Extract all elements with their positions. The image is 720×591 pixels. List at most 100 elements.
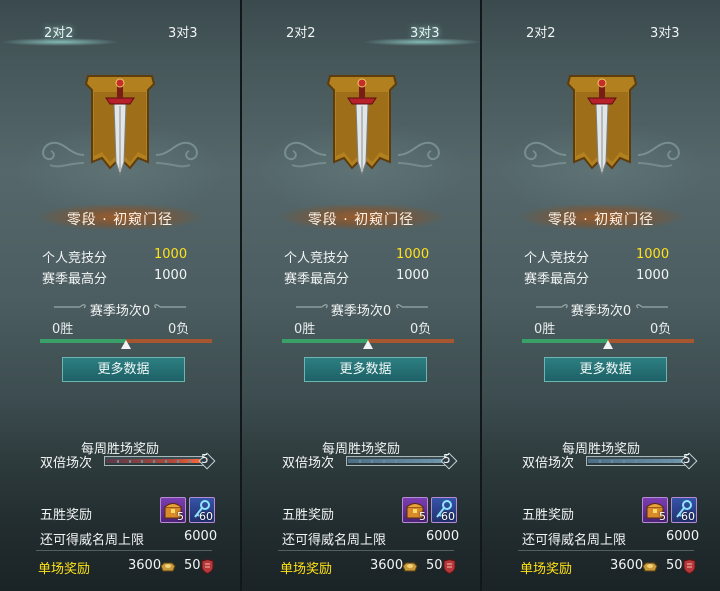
more-data-button[interactable]: 更多数据 — [62, 357, 185, 382]
win-ratio-marker-icon — [603, 340, 613, 349]
win-bar-fill — [522, 339, 608, 343]
reward-item-key[interactable]: 60 — [671, 497, 697, 523]
double-matches-label: 双倍场次 — [282, 456, 335, 471]
double-bar-segment — [623, 460, 625, 463]
double-bar-segment — [189, 460, 191, 463]
tab-3v3[interactable]: 3对3 — [410, 22, 440, 41]
arena-panels: 2对2 3对3 零段 · 初窥门径 个人竞技分 1000 赛季最高分 1000 — [0, 0, 720, 591]
personal-score-label: 个人竞技分 — [42, 251, 108, 266]
season-high-value: 1000 — [636, 268, 670, 283]
double-bar-segment — [611, 460, 613, 463]
single-gold-value: 3600 — [128, 558, 162, 573]
divider-ornament-right-icon — [396, 304, 428, 309]
rank-name: 零段 · 初窥门径 — [66, 212, 174, 228]
fame-cap-value: 6000 — [666, 529, 700, 544]
double-bar-segment — [635, 460, 637, 463]
five-win-reward-label: 五胜奖励 — [40, 508, 93, 523]
double-bar-segment — [419, 460, 421, 463]
gold-ingot-icon — [160, 562, 176, 572]
single-gold-value: 3600 — [370, 558, 404, 573]
single-fame-value: 50 — [184, 558, 201, 573]
season-high-label: 赛季最高分 — [42, 272, 108, 287]
arena-panel: 2对2 3对3 零段 · 初窥门径 个人竞技分 1000 赛季最高分 1000 — [0, 0, 240, 591]
double-bar-segment — [599, 460, 601, 463]
divider-line — [36, 550, 212, 551]
tab-2v2[interactable]: 2对2 — [526, 22, 556, 41]
single-fame-value: 50 — [426, 558, 443, 573]
divider-ornament-right-icon — [636, 304, 668, 309]
double-bar-segment — [165, 460, 167, 463]
double-bar-segment — [671, 460, 673, 463]
double-bar-segment — [129, 460, 131, 463]
double-matches-label: 双倍场次 — [522, 456, 575, 471]
wins-count: 0胜 — [534, 322, 556, 337]
season-high-value: 1000 — [396, 268, 430, 283]
more-data-button[interactable]: 更多数据 — [544, 357, 667, 382]
double-bar-segment — [431, 460, 433, 463]
double-bar-segment — [141, 460, 143, 463]
season-matches: 赛季场次0 — [570, 304, 632, 319]
fame-cap-label: 还可得威名周上限 — [40, 533, 145, 548]
season-high-label: 赛季最高分 — [524, 272, 590, 287]
fame-cap-label: 还可得威名周上限 — [282, 533, 387, 548]
divider-line — [518, 550, 694, 551]
reward-item-chest[interactable]: 5 — [402, 497, 428, 523]
reward-item-chest[interactable]: 5 — [642, 497, 668, 523]
single-match-reward-label: 单场奖励 — [520, 562, 573, 577]
double-matches-bar — [346, 456, 446, 466]
divider-line — [278, 550, 454, 551]
cloud-swirl-left-icon — [284, 141, 327, 168]
win-bar-fill — [40, 339, 126, 343]
double-bar-segment — [177, 460, 179, 463]
tab-3v3[interactable]: 3对3 — [168, 22, 198, 41]
rank-emblem-sword-banner-icon — [566, 75, 638, 176]
fame-shield-icon — [443, 559, 456, 574]
wins-count: 0胜 — [294, 322, 316, 337]
reward-item-key[interactable]: 60 — [431, 497, 457, 523]
reward-item-chest[interactable]: 5 — [160, 497, 186, 523]
double-bar-segment — [395, 460, 397, 463]
rank-name: 零段 · 初窥门径 — [547, 212, 655, 228]
fame-shield-icon — [201, 559, 214, 574]
personal-score-value: 1000 — [154, 247, 188, 262]
fame-cap-value: 6000 — [426, 529, 460, 544]
five-win-reward-label: 五胜奖励 — [522, 508, 575, 523]
tab-2v2[interactable]: 2对2 — [44, 22, 74, 41]
reward-item-key[interactable]: 60 — [189, 497, 215, 523]
gold-ingot-icon — [402, 562, 418, 572]
double-bar-segment — [359, 460, 361, 463]
double-bar-segment — [407, 460, 409, 463]
arena-panel: 2对2 3对3 零段 · 初窥门径 个人竞技分 1000 赛季最高分 1000 — [240, 0, 480, 591]
losses-count: 0负 — [168, 322, 190, 337]
fame-cap-value: 6000 — [184, 529, 218, 544]
chest-count: 5 — [419, 510, 426, 523]
double-matches-label: 双倍场次 — [40, 456, 93, 471]
fame-shield-icon — [683, 559, 696, 574]
personal-score-value: 1000 — [636, 247, 670, 262]
five-win-reward-label: 五胜奖励 — [282, 508, 335, 523]
season-matches: 赛季场次0 — [330, 304, 392, 319]
key-count: 60 — [681, 510, 695, 523]
double-bar-segment — [659, 460, 661, 463]
single-match-reward-label: 单场奖励 — [280, 562, 333, 577]
wins-count: 0胜 — [52, 322, 74, 337]
divider-ornament-right-icon — [154, 304, 186, 309]
tab-3v3[interactable]: 3对3 — [650, 22, 680, 41]
more-data-button[interactable]: 更多数据 — [304, 357, 427, 382]
losses-count: 0负 — [650, 322, 672, 337]
personal-score-label: 个人竞技分 — [524, 251, 590, 266]
cloud-swirl-left-icon — [524, 141, 567, 168]
single-fame-value: 50 — [666, 558, 683, 573]
rank-emblem-sword-banner-icon — [84, 75, 156, 176]
double-count: 5 — [443, 452, 451, 466]
season-matches: 赛季场次0 — [89, 304, 151, 319]
double-matches-bar — [586, 456, 686, 466]
cloud-swirl-right-icon — [397, 141, 440, 168]
single-gold-value: 3600 — [610, 558, 644, 573]
personal-score-value: 1000 — [396, 247, 430, 262]
personal-score-label: 个人竞技分 — [284, 251, 350, 266]
fame-cap-label: 还可得威名周上限 — [522, 533, 627, 548]
double-bar-segment — [117, 460, 119, 463]
tab-2v2[interactable]: 2对2 — [286, 22, 316, 41]
season-high-value: 1000 — [154, 268, 188, 283]
